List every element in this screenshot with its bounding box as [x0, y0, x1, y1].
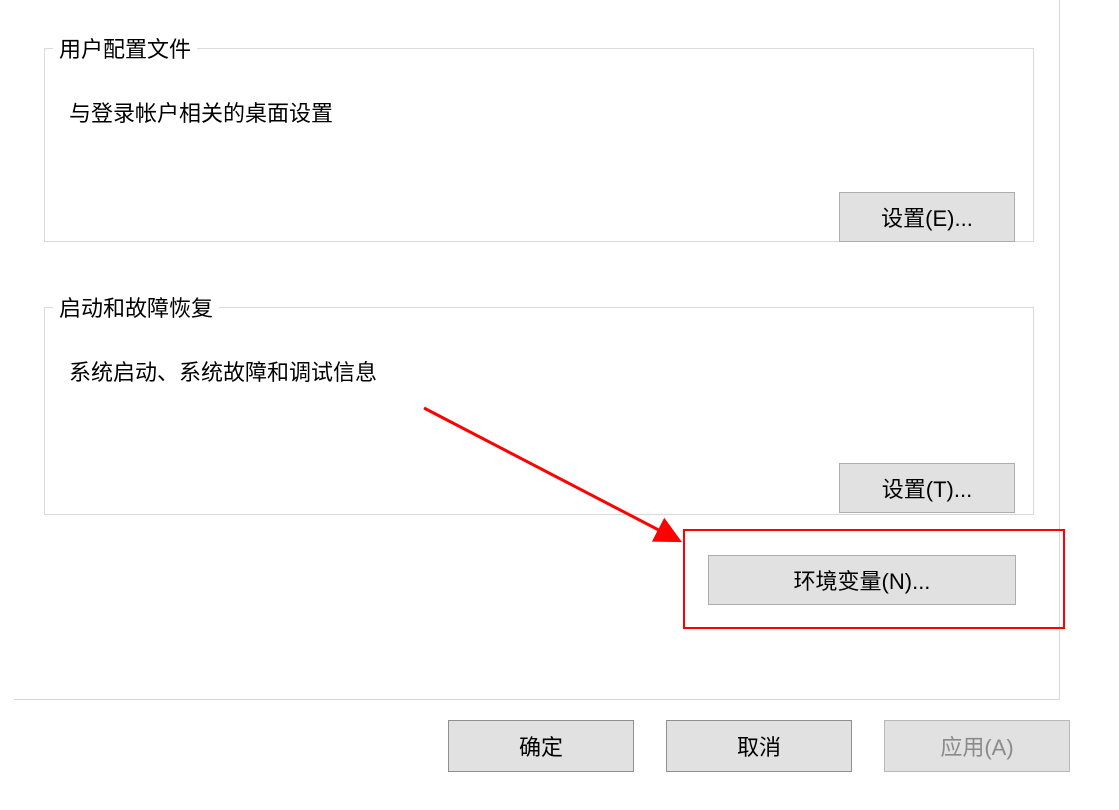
startup-recovery-legend: 启动和故障恢复 — [53, 291, 219, 323]
user-profile-description: 与登录帐户相关的桌面设置 — [69, 96, 333, 128]
apply-button: 应用(A) — [884, 720, 1070, 772]
advanced-panel: 用户配置文件 与登录帐户相关的桌面设置 设置(E)... 启动和故障恢复 系统启… — [14, 0, 1060, 700]
user-profile-settings-button[interactable]: 设置(E)... — [839, 192, 1015, 242]
user-profile-legend: 用户配置文件 — [53, 32, 197, 64]
user-profile-group: 用户配置文件 与登录帐户相关的桌面设置 设置(E)... — [44, 32, 1034, 242]
startup-recovery-description: 系统启动、系统故障和调试信息 — [69, 355, 377, 387]
ok-button[interactable]: 确定 — [448, 720, 634, 772]
dialog-footer: 确定 取消 应用(A) — [14, 700, 1100, 790]
startup-recovery-settings-button[interactable]: 设置(T)... — [839, 463, 1015, 513]
cancel-button[interactable]: 取消 — [666, 720, 852, 772]
startup-recovery-group: 启动和故障恢复 系统启动、系统故障和调试信息 设置(T)... — [44, 291, 1034, 515]
environment-variables-button[interactable]: 环境变量(N)... — [708, 555, 1016, 605]
